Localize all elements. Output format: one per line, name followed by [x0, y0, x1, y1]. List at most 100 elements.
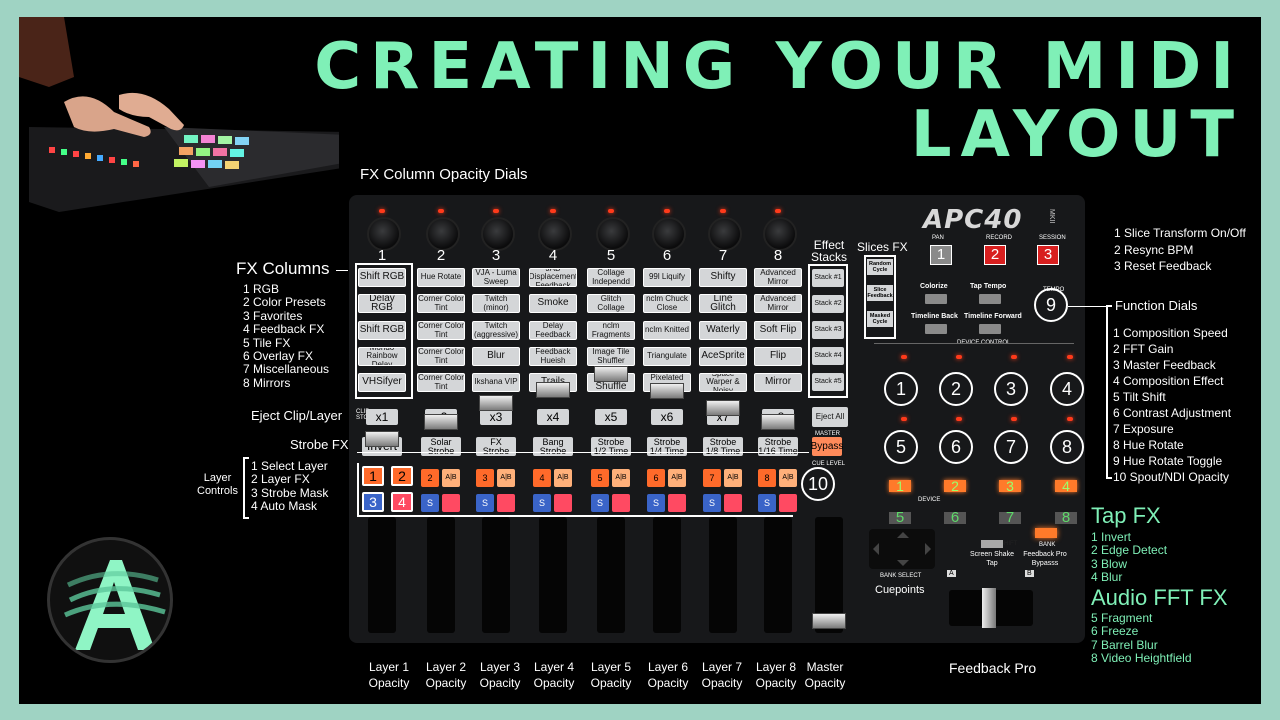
bank-button-bottom[interactable]: 6 — [944, 510, 966, 525]
fx-button[interactable]: 99l Liquify — [643, 268, 691, 287]
ab-button[interactable]: A|B — [442, 469, 460, 487]
slice-button[interactable]: Masked Cycle — [867, 311, 893, 327]
record-arm-button[interactable] — [497, 494, 515, 512]
fx-button[interactable]: Advanced Mirror — [754, 268, 802, 287]
opacity-dial[interactable] — [708, 217, 742, 251]
ab-button[interactable]: A|B — [497, 469, 515, 487]
bank-button-bottom[interactable]: 5 — [889, 510, 911, 525]
solo-button[interactable]: S — [758, 494, 776, 512]
fx-button[interactable]: Waterly — [699, 321, 747, 340]
effect-stack-button[interactable]: Stack #4 — [812, 347, 844, 365]
strobe-button[interactable]: Strobe 1/2 Time — [591, 437, 631, 456]
layer-fader-knob[interactable] — [706, 400, 740, 416]
fx-button[interactable]: Corner Color Tint — [417, 321, 465, 340]
bank-button-top[interactable]: 4 — [1055, 479, 1077, 493]
eject-button[interactable]: x6 — [651, 409, 683, 425]
fx-button[interactable]: AceSprite — [699, 347, 747, 366]
arrow-down-icon[interactable] — [897, 560, 909, 566]
fx-button[interactable]: Space Warper & Noisy — [699, 373, 747, 392]
fx-button[interactable]: Flip — [754, 347, 802, 366]
eject-button[interactable]: x3 — [480, 409, 512, 425]
bank-select-pad[interactable] — [869, 529, 935, 569]
layer-fader-knob[interactable] — [536, 382, 570, 398]
slice-button[interactable]: Random Cycle — [867, 259, 893, 275]
fx-button[interactable]: nclm Chuck Close — [643, 294, 691, 313]
arrow-left-icon[interactable] — [873, 543, 879, 555]
opacity-dial[interactable] — [596, 217, 630, 251]
fx-button[interactable]: VJA - Luma Sweep — [472, 268, 520, 287]
top-button[interactable]: 3 — [1037, 245, 1059, 265]
opacity-dial[interactable] — [481, 217, 515, 251]
fx-button[interactable]: JAB Displacement Feedback — [529, 268, 577, 287]
layer-fader-knob[interactable] — [594, 366, 628, 382]
function-dial[interactable]: 6 — [939, 430, 973, 464]
strobe-button[interactable]: FX Strobe — [476, 437, 516, 456]
eject-button[interactable]: x4 — [537, 409, 569, 425]
tap-tempo-button[interactable] — [979, 294, 1001, 304]
fx-button[interactable]: Twitch (minor) — [472, 294, 520, 313]
fx-button[interactable]: Triangulate — [643, 347, 691, 366]
timeline-forward-button[interactable] — [979, 324, 1001, 334]
track-select-button[interactable]: 4 — [533, 469, 551, 487]
ab-button[interactable]: A|B — [724, 469, 742, 487]
colorize-button[interactable] — [925, 294, 947, 304]
track-select-button[interactable]: 5 — [591, 469, 609, 487]
track-select-button[interactable]: 2 — [421, 469, 439, 487]
fx-button[interactable]: Feedback Hueish — [529, 347, 577, 366]
crossfader-knob[interactable] — [982, 588, 996, 628]
track-select-button[interactable]: 7 — [703, 469, 721, 487]
fx-button[interactable]: nclm Knitted — [643, 321, 691, 340]
layer-button-4[interactable]: 4 — [391, 492, 413, 512]
layer-fader-knob[interactable] — [761, 414, 795, 430]
shift-button[interactable] — [981, 540, 1003, 548]
opacity-dial[interactable] — [652, 217, 686, 251]
fx-button[interactable]: Line Glitch — [699, 294, 747, 313]
master-fader-knob[interactable] — [812, 613, 846, 629]
ab-button[interactable]: A|B — [554, 469, 572, 487]
solo-button[interactable]: S — [421, 494, 439, 512]
effect-stack-button[interactable]: Stack #5 — [812, 373, 844, 391]
function-dial[interactable]: 1 — [884, 372, 918, 406]
opacity-dial[interactable] — [763, 217, 797, 251]
effect-stack-button[interactable]: Stack #2 — [812, 295, 844, 313]
eject-all-button[interactable]: Eject All — [812, 407, 848, 427]
record-arm-button[interactable] — [779, 494, 797, 512]
record-arm-button[interactable] — [554, 494, 572, 512]
fx-button[interactable]: nclm Fragments — [587, 321, 635, 340]
track-select-button[interactable]: 8 — [758, 469, 776, 487]
fx-button[interactable]: Smoke — [529, 294, 577, 313]
function-dial[interactable]: 4 — [1050, 372, 1084, 406]
track-select-button[interactable]: 6 — [647, 469, 665, 487]
feedback-pro-bypass-button[interactable] — [1035, 528, 1057, 538]
fx-button[interactable]: Twitch (aggressive) — [472, 321, 520, 340]
arrow-up-icon[interactable] — [897, 532, 909, 538]
layer-button-3[interactable]: 3 — [362, 492, 384, 512]
bank-button-bottom[interactable]: 8 — [1055, 510, 1077, 525]
function-dial[interactable]: 3 — [994, 372, 1028, 406]
eject-button[interactable]: x1 — [366, 409, 398, 425]
solo-button[interactable]: S — [591, 494, 609, 512]
bank-button-top[interactable]: 1 — [889, 479, 911, 493]
fx-button[interactable]: Hue Rotate — [417, 268, 465, 287]
arrow-right-icon[interactable] — [925, 543, 931, 555]
function-dial[interactable]: 2 — [939, 372, 973, 406]
fx-button[interactable]: Ikshana VIP — [472, 373, 520, 392]
timeline-back-button[interactable] — [925, 324, 947, 334]
bank-button-bottom[interactable]: 7 — [999, 510, 1021, 525]
function-dial[interactable]: 5 — [884, 430, 918, 464]
strobe-button[interactable]: Strobe 1/4 Time — [647, 437, 687, 456]
fx-button[interactable]: Glitch Collage — [587, 294, 635, 313]
layer-fader-knob[interactable] — [650, 383, 684, 399]
fx-button[interactable]: Image Tile Shuffler — [587, 347, 635, 366]
function-dial-9[interactable]: 9 — [1034, 288, 1068, 322]
fx-button[interactable]: Corner Color Tint — [417, 373, 465, 392]
opacity-dial[interactable] — [367, 217, 401, 251]
opacity-dial[interactable] — [538, 217, 572, 251]
fx-button[interactable]: Mirror — [754, 373, 802, 392]
fx-button[interactable]: Corner Color Tint — [417, 347, 465, 366]
record-arm-button[interactable] — [724, 494, 742, 512]
record-arm-button[interactable] — [668, 494, 686, 512]
layer-fader-knob[interactable] — [424, 414, 458, 430]
function-dial[interactable]: 8 — [1050, 430, 1084, 464]
top-button[interactable]: 1 — [930, 245, 952, 265]
